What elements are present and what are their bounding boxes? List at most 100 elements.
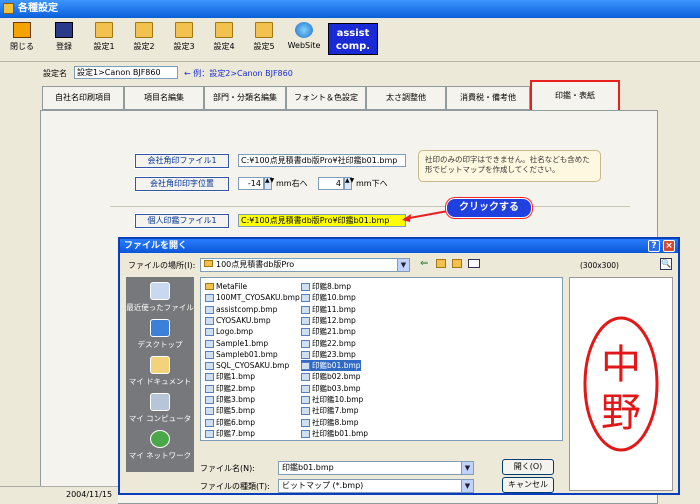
file-list-item[interactable]: 印鑑21.bmp	[301, 326, 356, 337]
tab-item-name-edit[interactable]: 項目名編集	[124, 86, 204, 110]
bitmap-file-icon	[205, 373, 214, 382]
folder-icon	[255, 22, 273, 38]
dialog-close-button[interactable]: ×	[663, 240, 675, 252]
file-name: 印鑑7.bmp	[216, 428, 255, 438]
setting2-button[interactable]: 設定2	[126, 22, 162, 60]
tab-font-color[interactable]: フォント＆色設定	[286, 86, 366, 110]
file-list-item[interactable]: 印鑑23.bmp	[301, 349, 356, 360]
place-documents[interactable]: マイ ドキュメント	[126, 356, 194, 387]
file-list-item[interactable]: 100MT_CYOSAKU.bmp	[205, 292, 300, 303]
personal-stamp-file-input[interactable]: C:¥100点見積書db版Pro¥印鑑b01.bmp	[238, 214, 406, 227]
position-down-input[interactable]: 4	[318, 177, 344, 190]
file-list-item[interactable]: 印鑑7.bmp	[205, 428, 255, 439]
file-list-item[interactable]: 印鑑b03.bmp	[301, 383, 361, 394]
file-list-item[interactable]: 印鑑10.bmp	[301, 292, 356, 303]
zoom-preview-icon[interactable]: 🔍	[660, 258, 672, 270]
company-stamp-file-input[interactable]: C:¥100点見積書db版Pro¥社印鑑b01.bmp	[238, 154, 406, 167]
file-name: 100MT_CYOSAKU.bmp	[216, 293, 300, 303]
tab-company-print[interactable]: 自社名印刷項目	[42, 86, 124, 110]
position-down-spinner[interactable]: ▲▼	[344, 177, 354, 190]
position-down-unit: mm下へ	[356, 179, 388, 188]
position-right-input[interactable]: -14	[238, 177, 264, 190]
setting-name-input[interactable]: 設定1>Canon BJF860	[74, 66, 178, 79]
open-button[interactable]: 開く(O)	[502, 459, 554, 475]
stamp-preview: 中 野	[569, 277, 673, 491]
filetype-select[interactable]: ビットマップ (*.bmp) ▼	[278, 479, 474, 493]
exit-icon	[13, 22, 31, 38]
file-name: 印鑑3.bmp	[216, 395, 255, 404]
place-computer[interactable]: マイ コンピュータ	[126, 393, 194, 424]
file-name: 印鑑22.bmp	[312, 338, 356, 348]
file-list-item[interactable]: 印鑑b02.bmp	[301, 371, 361, 382]
file-list-item[interactable]: 印鑑22.bmp	[301, 338, 356, 349]
cancel-button[interactable]: キャンセル	[502, 477, 554, 493]
setting4-button[interactable]: 設定4	[206, 22, 242, 60]
file-list-item[interactable]: 印鑑3.bmp	[205, 394, 255, 405]
bitmap-file-icon	[301, 373, 310, 382]
up-folder-icon[interactable]	[436, 259, 446, 268]
tab-department-edit[interactable]: 部門・分類名編集	[204, 86, 286, 110]
tab-stamp-cover[interactable]: 印鑑・表紙	[530, 80, 620, 112]
assist-logo[interactable]: assist comp.	[328, 23, 378, 55]
tab-tax-notes[interactable]: 消費税・備考他	[446, 86, 530, 110]
register-button[interactable]: 登録	[46, 22, 82, 60]
place-desktop[interactable]: デスクトップ	[126, 319, 194, 350]
file-list-item[interactable]: 印鑑1.bmp	[205, 371, 255, 382]
dialog-title: ファイルを開く	[124, 241, 188, 251]
file-list-item[interactable]: CYOSAKU.bmp	[205, 315, 271, 326]
file-list-item[interactable]: 社印鑑7.bmp	[301, 405, 358, 416]
setting5-button[interactable]: 設定5	[246, 22, 282, 60]
status-bar: 2004/11/15	[0, 486, 118, 504]
filename-input[interactable]: 印鑑b01.bmp ▼	[278, 461, 474, 475]
file-list-item[interactable]: 印鑑5.bmp	[205, 405, 255, 416]
file-list-item[interactable]: 印鑑b01.bmp	[301, 360, 361, 372]
place-network[interactable]: マイ ネットワーク	[126, 430, 194, 461]
setting-name-hint: ← 例：設定2>Canon BJF860	[184, 69, 293, 78]
company-stamp-file-button[interactable]: 会社角印ファイル1	[134, 153, 230, 169]
new-folder-icon[interactable]	[452, 259, 462, 268]
view-menu-icon[interactable]	[468, 259, 480, 268]
bitmap-file-icon	[205, 350, 214, 359]
bitmap-file-icon	[301, 429, 310, 438]
file-list-item[interactable]: assistcomp.bmp	[205, 304, 277, 315]
bitmap-file-icon	[205, 418, 214, 427]
back-icon[interactable]: ⇐	[420, 258, 428, 269]
company-stamp-position-button[interactable]: 会社角印印字位置	[134, 176, 230, 192]
file-list-item[interactable]: Logo.bmp	[205, 326, 253, 337]
filename-label: ファイル名(N):	[200, 464, 255, 473]
setting1-button[interactable]: 設定1	[86, 22, 122, 60]
help-button[interactable]: ?	[648, 240, 660, 252]
callout-arrow	[402, 210, 449, 222]
bitmap-file-icon	[301, 418, 310, 427]
file-list-item[interactable]: 印鑑2.bmp	[205, 383, 255, 394]
recent-icon	[150, 282, 170, 300]
computer-icon	[150, 393, 170, 411]
personal-stamp-file-button[interactable]: 個人印鑑ファイル1	[134, 213, 230, 229]
file-list-item[interactable]: 社印鑑b01.bmp	[301, 428, 368, 439]
file-name: 印鑑6.bmp	[216, 417, 255, 427]
tab-thickness[interactable]: 太さ調整他	[366, 86, 446, 110]
chevron-down-icon: ▼	[461, 462, 473, 474]
file-list-item[interactable]: 社印鑑8.bmp	[301, 417, 358, 428]
file-list-item[interactable]: SQL_CYOSAKU.bmp	[205, 360, 289, 371]
position-right-spinner[interactable]: ▲▼	[264, 177, 274, 190]
file-name: 社印鑑b01.bmp	[312, 428, 369, 438]
file-list-item[interactable]: 印鑑6.bmp	[205, 417, 255, 428]
file-list-item[interactable]: 印鑑11.bmp	[301, 304, 356, 315]
close-button[interactable]: 閉じる	[4, 22, 40, 60]
network-icon	[150, 430, 170, 448]
folder-icon	[204, 260, 213, 267]
file-list[interactable]: MetaFile 100MT_CYOSAKU.bmp assistcomp.bmp C…	[200, 277, 563, 441]
app-icon	[3, 3, 14, 14]
file-list-item[interactable]: MetaFile	[205, 281, 247, 292]
file-list-item[interactable]: 社印鑑10.bmp	[301, 394, 363, 405]
file-list-item[interactable]: 印鑑8.bmp	[301, 281, 351, 292]
website-button[interactable]: WebSite	[284, 22, 324, 60]
file-list-item[interactable]: 印鑑12.bmp	[301, 315, 356, 326]
place-recent[interactable]: 最近使ったファイル	[126, 282, 194, 313]
location-combo[interactable]: 100点見積書db版Pro ▼	[200, 258, 410, 272]
setting3-button[interactable]: 設定3	[166, 22, 202, 60]
file-list-item[interactable]: Sampleb01.bmp	[205, 349, 278, 360]
file-list-item[interactable]: Sample1.bmp	[205, 338, 268, 349]
file-name: Sampleb01.bmp	[216, 349, 278, 359]
